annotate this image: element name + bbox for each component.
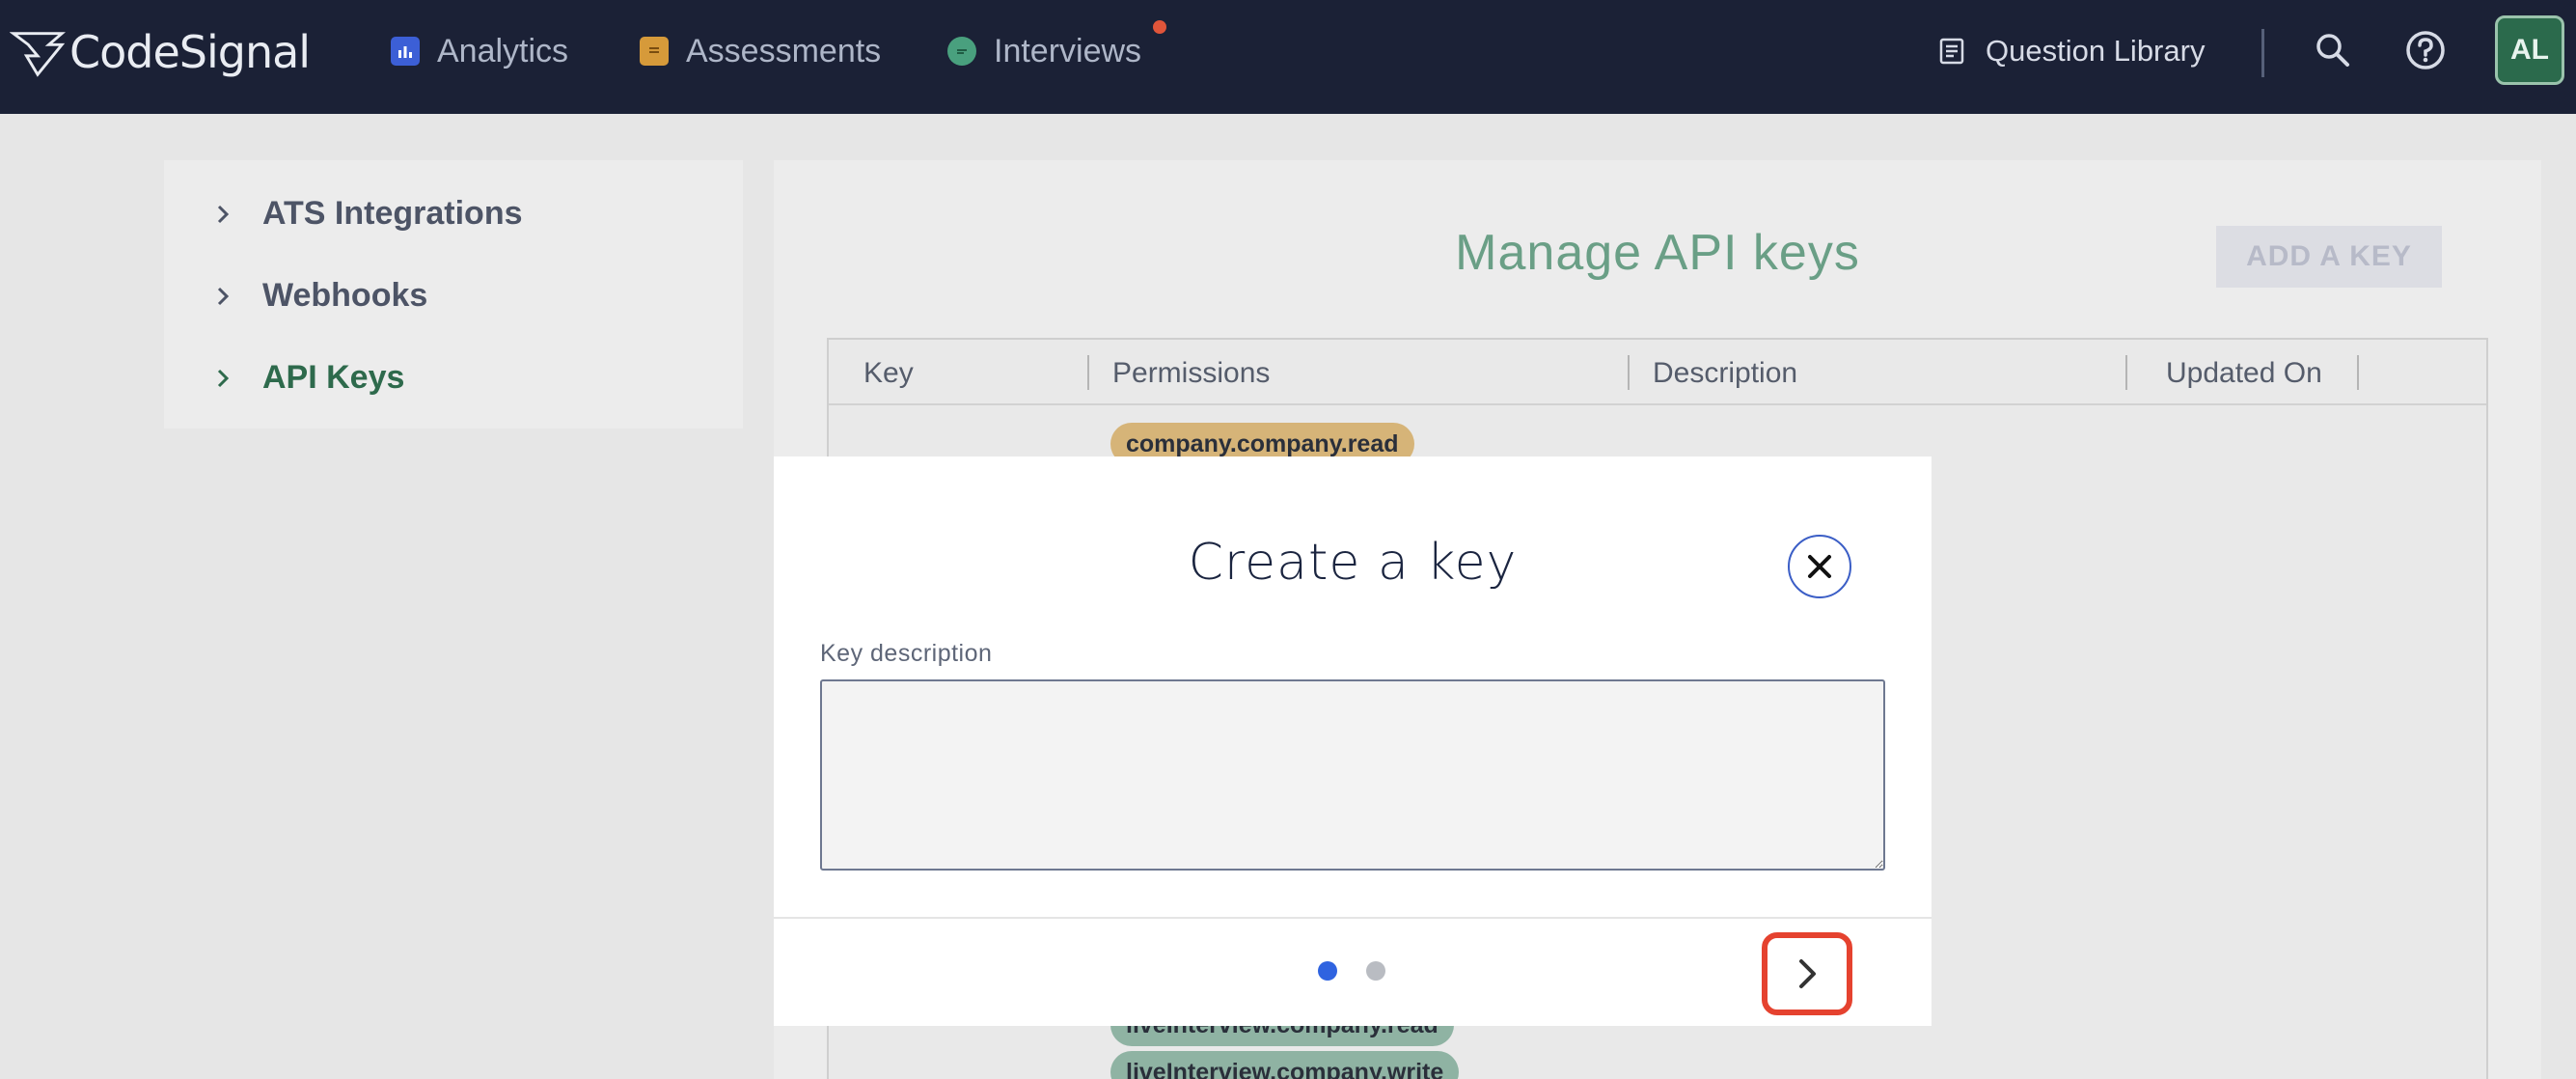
search-icon <box>2316 34 2349 67</box>
column-header-key[interactable]: Key <box>863 357 914 390</box>
search-button[interactable] <box>2310 27 2356 73</box>
modal-title: Create a key <box>1188 534 1518 592</box>
close-icon <box>1808 555 1831 578</box>
nav-assessments[interactable]: Assessments <box>640 29 881 73</box>
notification-dot <box>1153 20 1166 34</box>
key-description-label: Key description <box>820 640 993 667</box>
sidebar-item-label: Webhooks <box>262 277 428 314</box>
column-divider[interactable] <box>2357 355 2359 390</box>
analytics-icon <box>391 37 420 66</box>
sidebar-item-webhooks[interactable]: Webhooks <box>212 277 427 315</box>
settings-sidebar: ATS Integrations Webhooks API Keys <box>164 160 743 429</box>
chevron-right-icon <box>1799 959 1816 988</box>
codesignal-logo[interactable]: CodeSignal <box>10 21 311 83</box>
interviews-icon <box>947 37 976 66</box>
nav-interviews-label: Interviews <box>994 32 1142 69</box>
column-divider[interactable] <box>1628 355 1630 390</box>
key-description-input[interactable] <box>820 679 1885 871</box>
add-key-button[interactable]: ADD A KEY <box>2216 226 2442 288</box>
sidebar-item-label: API Keys <box>262 359 405 396</box>
help-icon <box>2406 31 2445 69</box>
sidebar-item-api-keys[interactable]: API Keys <box>212 359 404 397</box>
brand-name: CodeSignal <box>69 26 311 78</box>
column-header-permissions[interactable]: Permissions <box>1112 357 1270 390</box>
codesignal-logo-icon <box>10 32 66 77</box>
permission-tag: liveInterview.company.write <box>1110 1051 1460 1079</box>
column-header-updated-on[interactable]: Updated On <box>2166 357 2322 390</box>
chevron-right-icon <box>217 287 230 305</box>
user-avatar[interactable]: AL <box>2495 15 2564 85</box>
navbar-divider <box>2261 29 2264 77</box>
column-divider[interactable] <box>1087 355 1089 390</box>
table-header: Key Permissions Description Updated On <box>829 340 2486 405</box>
nav-interviews[interactable]: Interviews <box>947 29 1141 73</box>
book-icon <box>1939 38 1964 65</box>
column-header-description[interactable]: Description <box>1653 357 1797 390</box>
chevron-right-icon <box>217 369 230 387</box>
assessments-icon <box>640 37 669 66</box>
question-library-label: Question Library <box>1986 34 2206 68</box>
nav-analytics-label: Analytics <box>437 32 569 69</box>
next-step-button[interactable] <box>1762 932 1852 1015</box>
top-navbar: CodeSignal Analytics Assessments Intervi… <box>0 0 2576 114</box>
sidebar-item-ats-integrations[interactable]: ATS Integrations <box>212 195 523 233</box>
step-indicator-active[interactable] <box>1318 961 1337 981</box>
close-button[interactable] <box>1788 535 1851 598</box>
nav-analytics[interactable]: Analytics <box>391 29 568 73</box>
step-indicator-inactive[interactable] <box>1366 961 1385 981</box>
chevron-right-icon <box>217 205 230 223</box>
sidebar-item-label: ATS Integrations <box>262 195 523 232</box>
create-key-modal: Create a key Key description <box>774 456 1932 1026</box>
nav-assessments-label: Assessments <box>686 32 882 69</box>
column-divider[interactable] <box>2125 355 2127 390</box>
modal-divider <box>774 917 1932 919</box>
question-library-link[interactable]: Question Library <box>1939 29 2205 73</box>
help-button[interactable] <box>2402 27 2449 73</box>
